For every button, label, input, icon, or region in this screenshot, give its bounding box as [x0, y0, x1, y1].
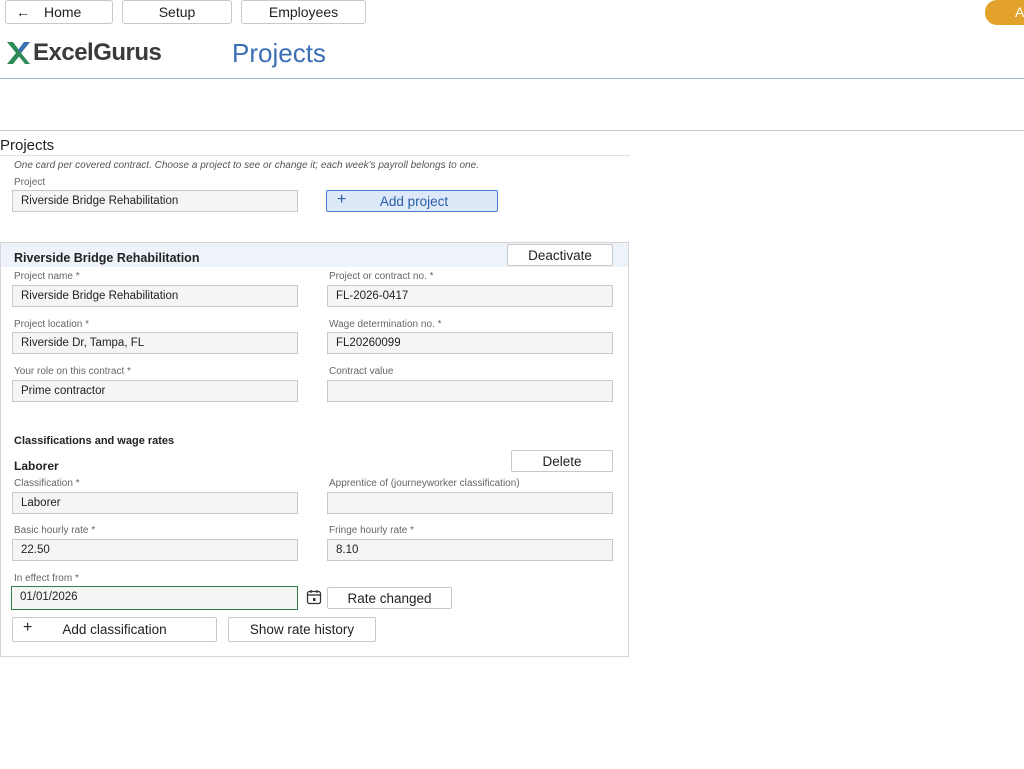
- project-location-field[interactable]: Riverside Dr, Tampa, FL: [12, 332, 298, 354]
- contract-value-field[interactable]: [327, 380, 613, 402]
- add-project-button[interactable]: + Add project: [326, 190, 498, 212]
- plus-icon: +: [23, 619, 33, 636]
- contract-no-field[interactable]: FL-2026-0417: [327, 285, 613, 307]
- basic-rate-field[interactable]: 22.50: [12, 539, 298, 561]
- project-card-title: Riverside Bridge Rehabilitation: [14, 251, 200, 265]
- rate-changed-button[interactable]: Rate changed: [327, 587, 452, 609]
- classifications-title: Classifications and wage rates: [14, 435, 175, 447]
- role-label: Your role on this contract *: [14, 366, 131, 377]
- basic-rate-label: Basic hourly rate *: [14, 525, 96, 536]
- excelgurus-logo: ExcelGurus: [5, 39, 162, 67]
- project-select[interactable]: Riverside Bridge Rehabilitation: [12, 190, 298, 212]
- toolbar-divider: [0, 130, 1024, 131]
- header-divider: [0, 78, 1024, 79]
- show-rate-history-button[interactable]: Show rate history: [228, 617, 376, 642]
- corner-pill-button[interactable]: A: [985, 0, 1024, 25]
- section-hint: One card per covered contract. Choose a …: [14, 160, 479, 171]
- home-label: Home: [44, 4, 82, 20]
- contract-no-label: Project or contract no. *: [329, 271, 434, 282]
- section-title: Projects: [0, 137, 55, 154]
- calendar-icon[interactable]: [306, 589, 322, 605]
- delete-classification-button[interactable]: Delete: [511, 450, 613, 472]
- effective-date-field[interactable]: 01/01/2026: [11, 586, 298, 610]
- role-field[interactable]: Prime contractor: [12, 380, 298, 402]
- wage-determination-label: Wage determination no. *: [329, 319, 442, 330]
- back-arrow-icon: ←: [16, 4, 30, 20]
- fringe-rate-field[interactable]: 8.10: [327, 539, 613, 561]
- deactivate-button[interactable]: Deactivate: [507, 244, 613, 266]
- effective-date-label: In effect from *: [14, 573, 79, 584]
- page-title: Projects: [232, 38, 326, 68]
- project-location-label: Project location *: [14, 319, 90, 330]
- add-classification-button[interactable]: + Add classification: [12, 617, 217, 642]
- add-project-label: Add project: [379, 193, 449, 209]
- classification-label: Classification *: [14, 478, 80, 489]
- classification-field[interactable]: Laborer: [12, 492, 298, 514]
- fringe-rate-label: Fringe hourly rate *: [329, 525, 415, 536]
- home-button[interactable]: ← Home: [5, 0, 113, 24]
- plus-icon: +: [337, 191, 347, 208]
- classification-item-title: Laborer: [14, 459, 59, 473]
- logo-text: ExcelGurus: [33, 39, 162, 66]
- employees-button[interactable]: Employees: [241, 0, 366, 24]
- wage-determination-field[interactable]: FL20260099: [327, 332, 613, 354]
- add-classification-label: Add classification: [62, 622, 167, 637]
- project-name-label: Project name *: [14, 271, 80, 282]
- setup-button[interactable]: Setup: [122, 0, 232, 24]
- apprentice-field[interactable]: [327, 492, 613, 514]
- project-name-field[interactable]: Riverside Bridge Rehabilitation: [12, 285, 298, 307]
- logo-x-icon: [7, 42, 30, 64]
- apprentice-label: Apprentice of (journeyworker classificat…: [329, 478, 520, 489]
- project-select-label: Project: [14, 177, 46, 188]
- contract-value-label: Contract value: [329, 366, 394, 377]
- section-divider: [0, 155, 630, 156]
